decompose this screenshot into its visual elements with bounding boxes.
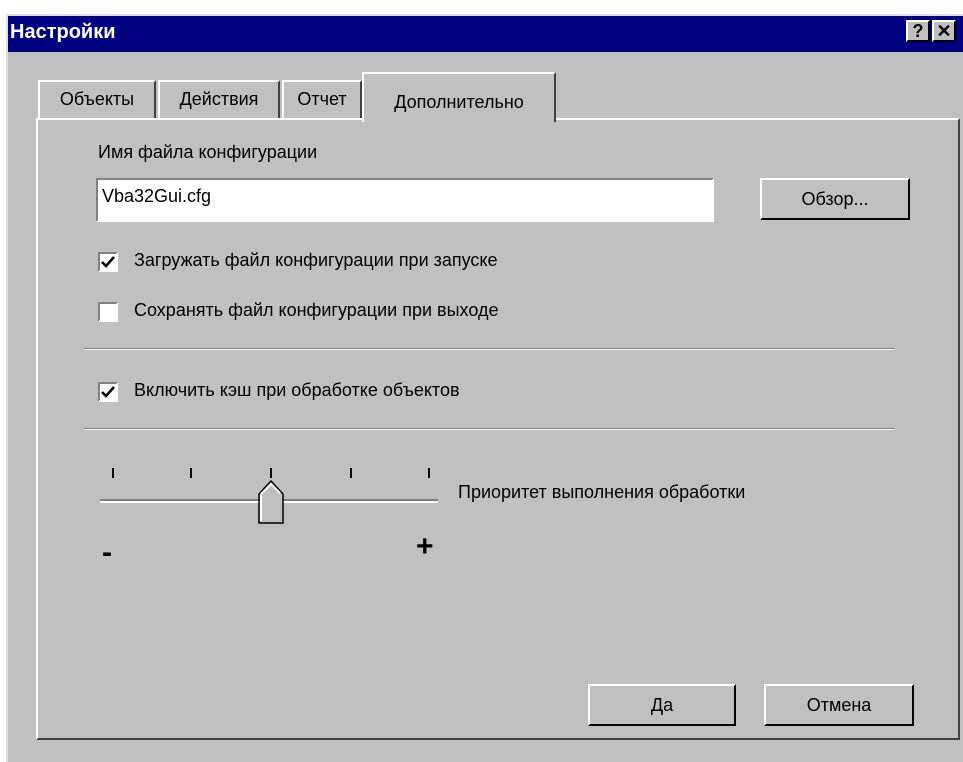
config-filename-input[interactable]: Vba32Gui.cfg [96, 178, 714, 222]
save-on-exit-checkbox[interactable] [98, 302, 118, 322]
slider-tick [112, 468, 114, 478]
tab-label: Действия [179, 89, 259, 109]
ok-button[interactable]: Да [588, 684, 736, 726]
separator [84, 428, 894, 430]
enable-cache-checkbox[interactable] [98, 382, 118, 402]
cancel-button[interactable]: Отмена [764, 684, 914, 726]
help-button[interactable]: ? [906, 20, 930, 42]
tab-label: Объекты [59, 89, 135, 109]
slider-tick [190, 468, 192, 478]
tab-label: Отчет [297, 89, 347, 109]
load-on-start-label: Загружать файл конфигурации при запуске [134, 250, 498, 270]
config-file-label: Имя файла конфигурации [98, 142, 318, 162]
help-icon: ? [912, 21, 924, 41]
slider-tick [270, 468, 272, 478]
slider-tick [428, 468, 430, 478]
close-icon: ✕ [936, 21, 952, 41]
save-on-exit-label: Сохранять файл конфигурации при выходе [134, 300, 499, 320]
tab-label: Дополнительно [394, 92, 524, 112]
priority-label: Приоритет выполнения обработки [458, 482, 746, 502]
enable-cache-label: Включить кэш при обработке объектов [134, 380, 460, 400]
slider-thumb[interactable] [258, 480, 284, 524]
title-bar [8, 16, 963, 52]
slider-tick [350, 468, 352, 478]
tab-advanced[interactable]: Дополнительно [362, 72, 556, 122]
tab-objects[interactable]: Объекты [38, 80, 156, 118]
browse-button[interactable]: Обзор... [760, 178, 910, 220]
check-icon [101, 256, 115, 268]
priority-slider[interactable] [100, 462, 440, 542]
priority-max-label: + [416, 530, 434, 563]
close-button[interactable]: ✕ [932, 20, 956, 42]
window-title: Настройки [10, 21, 116, 43]
check-icon [101, 386, 115, 398]
tab-report[interactable]: Отчет [282, 80, 362, 118]
priority-min-label: - [102, 536, 112, 569]
separator [84, 348, 894, 350]
load-on-start-checkbox[interactable] [98, 252, 118, 272]
tab-actions[interactable]: Действия [158, 80, 280, 118]
